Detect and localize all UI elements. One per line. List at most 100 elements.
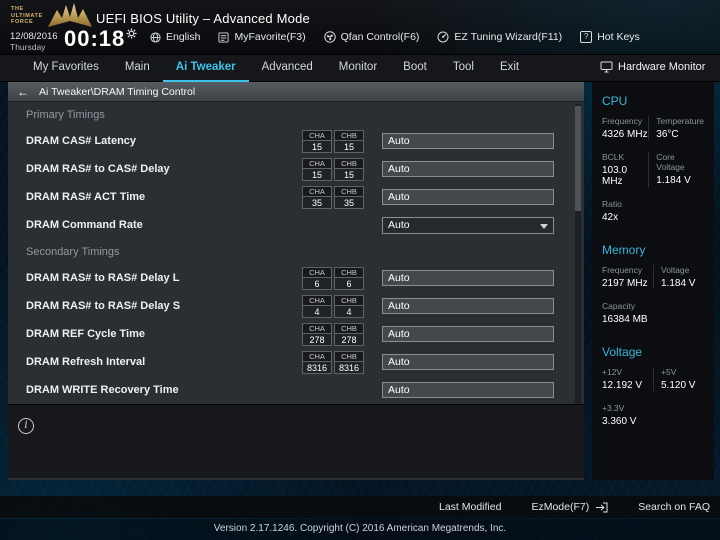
setting-label: DRAM Refresh Interval (26, 356, 302, 368)
setting-label: DRAM Command Rate (26, 219, 302, 231)
cha-chip: CHA 4 (302, 295, 332, 318)
menu-bar: My Favorites Main Ai Tweaker Advanced Mo… (0, 55, 720, 82)
setting-label: DRAM RAS# to RAS# Delay L (26, 272, 302, 284)
version-copyright: Version 2.17.1246. Copyright (C) 2016 Am… (0, 519, 720, 540)
channel-current-values: CHA 278 CHB 278 (302, 323, 366, 346)
voltage-5v: +5V 5.120 V (653, 367, 704, 391)
cpu-section: CPU Frequency 4326 MHz Temperature 36°C … (602, 94, 704, 227)
cha-chip: CHA 278 (302, 323, 332, 346)
search-on-faq-button[interactable]: Search on FAQ (638, 501, 710, 513)
setting-value-select[interactable]: Auto (382, 217, 554, 234)
timing-row-cas-latency: DRAM CAS# Latency CHA 15 CHB 15 (8, 127, 584, 155)
tuf-logo-text: THE ULTIMATE FORCE (11, 6, 43, 26)
date-display: 12/08/2016 Thursday (10, 31, 58, 53)
cpu-bclk: BCLK 103.0 MHz (602, 152, 648, 187)
setting-value-input[interactable] (382, 133, 554, 149)
chb-chip: CHB 35 (334, 186, 364, 209)
bottom-action-bar: Last Modified EzMode(F7) Search on FAQ (0, 496, 720, 518)
setting-label: DRAM RAS# to RAS# Delay S (26, 300, 302, 312)
hardware-monitor-header: Hardware Monitor (600, 61, 705, 73)
timing-row-ras-to-ras-s: DRAM RAS# to RAS# Delay S CHA 4 CHB 4 (8, 292, 584, 320)
timing-row-refresh-interval: DRAM Refresh Interval CHA 8316 CHB 8316 (8, 348, 584, 376)
breadcrumb-path: Ai Tweaker\DRAM Timing Control (39, 86, 195, 98)
tab-boot[interactable]: Boot (390, 55, 440, 82)
cha-chip: CHA 35 (302, 186, 332, 209)
hardware-monitor-panel: CPU Frequency 4326 MHz Temperature 36°C … (592, 82, 714, 480)
fan-icon (324, 31, 336, 43)
memory-frequency: Frequency 2197 MHz (602, 265, 653, 289)
time-display: 00:18 (64, 26, 125, 52)
memory-section-title: Memory (602, 243, 704, 257)
setting-label: DRAM REF Cycle Time (26, 328, 302, 340)
time-settings-gear-icon[interactable] (126, 28, 137, 39)
selected-option: Auto (388, 219, 410, 231)
setting-value-input[interactable] (382, 382, 554, 398)
exit-to-ezmode-icon (595, 502, 608, 513)
memory-capacity: Capacity 16384 MB (602, 301, 653, 325)
setting-label: DRAM CAS# Latency (26, 135, 302, 147)
channel-current-values: CHA 4 CHB 4 (302, 295, 366, 318)
cpu-ratio: Ratio 42x (602, 199, 648, 223)
chb-chip: CHB 6 (334, 267, 364, 290)
scrollbar-track (575, 104, 581, 404)
ez-tuning-wizard-button[interactable]: EZ Tuning Wizard(F11) (437, 31, 562, 43)
language-button[interactable]: English (150, 31, 200, 43)
info-icon: i (18, 418, 34, 434)
myfavorite-button[interactable]: MyFavorite(F3) (218, 31, 305, 43)
cha-chip: CHA 8316 (302, 351, 332, 374)
section-primary-timings: Primary Timings (8, 102, 584, 127)
chb-chip: CHB 278 (334, 323, 364, 346)
qfan-control-button[interactable]: Qfan Control(F6) (324, 31, 420, 43)
back-icon[interactable]: ← (17, 85, 29, 99)
question-icon: ? (580, 31, 592, 43)
chb-chip: CHB 15 (334, 158, 364, 181)
globe-icon (150, 32, 161, 43)
last-modified-button[interactable]: Last Modified (439, 501, 501, 513)
setting-value-input[interactable] (382, 354, 554, 370)
scrollbar-thumb[interactable] (575, 106, 581, 211)
tab-my-favorites[interactable]: My Favorites (20, 55, 112, 82)
setting-value-input[interactable] (382, 298, 554, 314)
voltage-3v3: +3.3V 3.360 V (602, 403, 653, 427)
channel-current-values: CHA 8316 CHB 8316 (302, 351, 366, 374)
section-secondary-timings: Secondary Timings (8, 239, 584, 264)
cpu-core-voltage: Core Voltage 1.184 V (648, 152, 704, 187)
cha-chip: CHA 15 (302, 130, 332, 153)
memory-voltage: Voltage 1.184 V (653, 265, 704, 289)
cpu-frequency: Frequency 4326 MHz (602, 116, 648, 140)
channel-current-values: CHA 15 CHB 15 (302, 130, 366, 153)
channel-current-values: CHA 35 CHB 35 (302, 186, 366, 209)
setting-value-input[interactable] (382, 189, 554, 205)
cpu-temperature: Temperature 36°C (648, 116, 704, 140)
header-toolbar: English MyFavorite(F3) Qfan Control(F6) (150, 31, 640, 43)
main-menu-tabs: My Favorites Main Ai Tweaker Advanced Mo… (20, 55, 532, 82)
app-title: UEFI BIOS Utility – Advanced Mode (96, 11, 310, 26)
setting-value-input[interactable] (382, 161, 554, 177)
setting-label: DRAM WRITE Recovery Time (26, 384, 302, 396)
top-bar: THE ULTIMATE FORCE UEFI BIOS Utility – A… (0, 0, 720, 55)
favorites-card-icon (218, 32, 229, 43)
cpu-section-title: CPU (602, 94, 704, 108)
help-description-panel: i (8, 404, 584, 478)
hot-keys-button[interactable]: ? Hot Keys (580, 31, 640, 43)
tab-main[interactable]: Main (112, 55, 163, 82)
cha-chip: CHA 6 (302, 267, 332, 290)
tab-advanced[interactable]: Advanced (249, 55, 326, 82)
chevron-down-icon (540, 224, 548, 229)
cha-chip: CHA 15 (302, 158, 332, 181)
chb-chip: CHB 15 (334, 130, 364, 153)
monitor-icon (600, 61, 613, 73)
channel-current-values: CHA 15 CHB 15 (302, 158, 366, 181)
timing-row-ras-act: DRAM RAS# ACT Time CHA 35 CHB 35 (8, 183, 584, 211)
tab-exit[interactable]: Exit (487, 55, 532, 82)
setting-value-input[interactable] (382, 270, 554, 286)
tab-tool[interactable]: Tool (440, 55, 487, 82)
ezmode-button[interactable]: EzMode(F7) (531, 501, 608, 513)
settings-panel: ← Ai Tweaker\DRAM Timing Control Primary… (8, 82, 584, 480)
tab-ai-tweaker[interactable]: Ai Tweaker (163, 55, 249, 82)
chb-chip: CHB 8316 (334, 351, 364, 374)
timing-row-write-recovery: DRAM WRITE Recovery Time (8, 376, 584, 404)
timing-row-command-rate: DRAM Command Rate Auto (8, 211, 584, 239)
setting-value-input[interactable] (382, 326, 554, 342)
tab-monitor[interactable]: Monitor (326, 55, 390, 82)
